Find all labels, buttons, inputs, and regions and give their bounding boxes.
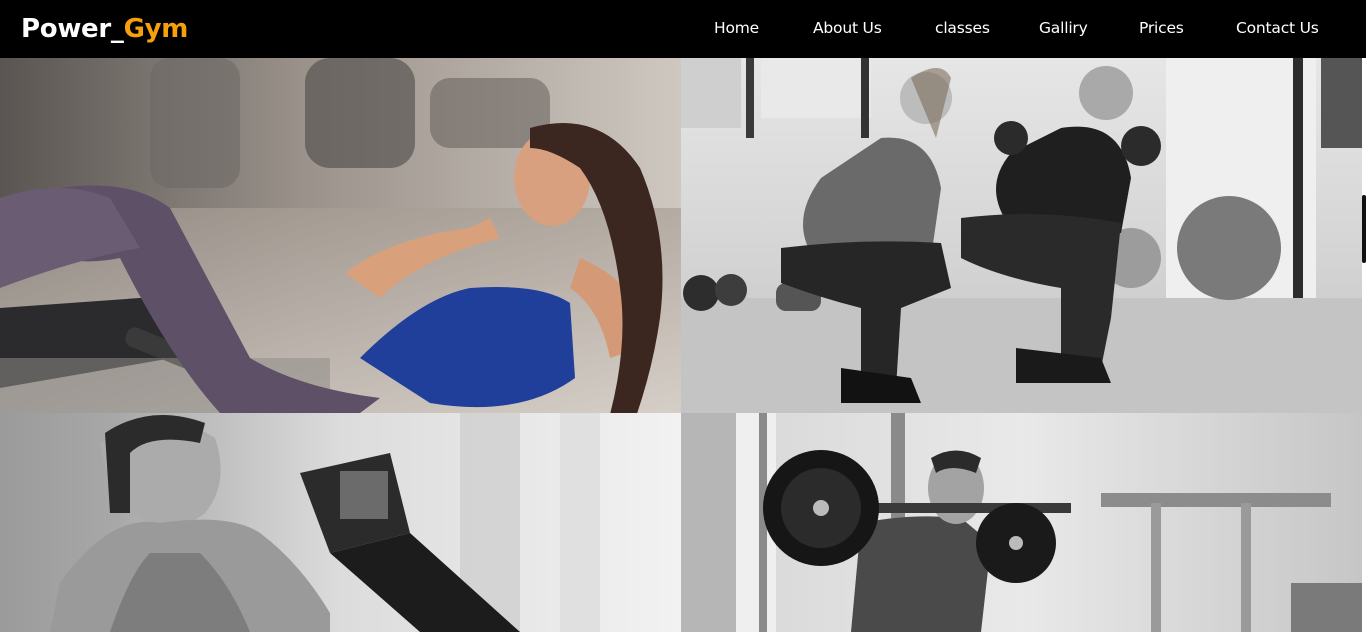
nav-link-gallery[interactable]: Galliry	[1039, 17, 1088, 39]
scrollbar-thumb[interactable]	[1362, 195, 1366, 263]
brand-logo[interactable]: Power_Gym	[21, 12, 188, 46]
gallery-image-crunches	[0, 58, 681, 413]
top-navbar: Power_Gym Home About Us classes Galliry …	[0, 0, 1366, 58]
gallery-image-rowing	[0, 413, 681, 632]
photo-gallery	[0, 58, 1366, 632]
page-scrollbar[interactable]	[1362, 58, 1366, 632]
nav-link-prices[interactable]: Prices	[1139, 17, 1184, 39]
nav-link-about-us[interactable]: About Us	[813, 17, 882, 39]
gallery-image-barbell	[681, 413, 1362, 632]
nav-link-home[interactable]: Home	[714, 17, 759, 39]
nav-link-classes[interactable]: classes	[935, 17, 990, 39]
gallery-image-squats	[681, 58, 1362, 413]
brand-name-part1: Power_	[21, 14, 124, 44]
nav-link-contact-us[interactable]: Contact Us	[1236, 17, 1319, 39]
brand-name-part2: Gym	[123, 14, 189, 44]
